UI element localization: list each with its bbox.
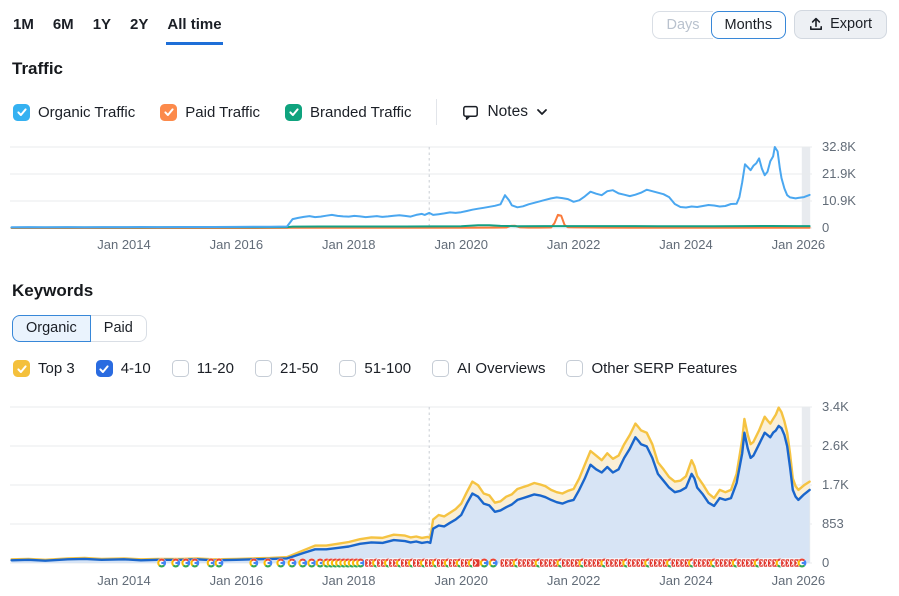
y-axis-label: 3.4K [822, 399, 849, 414]
x-axis-label: Jan 2016 [198, 573, 274, 588]
traffic-legend-row: Organic Traffic Paid Traffic Branded Traff… [13, 99, 548, 125]
checkbox-top-3[interactable] [13, 360, 30, 377]
keywords-filter-top-3[interactable]: Top 3 [13, 360, 75, 377]
traffic-legend-paid-traffic[interactable]: Paid Traffic [160, 104, 260, 121]
x-axis-label: Jan 2020 [423, 573, 499, 588]
granularity-months-button[interactable]: Months [711, 11, 787, 39]
keywords-filter-label: Other SERP Features [591, 360, 737, 377]
export-button[interactable]: Export [794, 10, 887, 39]
analytics-page: 1M 6M 1Y 2Y All time Days Months Export Traf… [0, 0, 899, 596]
x-axis-label: Jan 2018 [311, 237, 387, 252]
checkbox-organic-traffic[interactable] [13, 104, 30, 121]
y-axis-label: 21.9K [822, 166, 856, 181]
y-axis-label: 10.9K [822, 193, 856, 208]
granularity-toggle: Days Months [652, 11, 786, 39]
range-tab-1y[interactable]: 1Y [92, 14, 112, 45]
traffic-section-title: Traffic [12, 59, 63, 79]
keywords-chart[interactable] [0, 400, 899, 572]
x-axis-label: Jan 2018 [311, 573, 387, 588]
x-axis-label: Jan 2020 [423, 237, 499, 252]
keywords-filter-4-10[interactable]: 4-10 [96, 360, 151, 377]
x-axis-label: Jan 2026 [760, 573, 836, 588]
keywords-filter-51-100[interactable]: 51-100 [339, 360, 411, 377]
checkbox-11-20[interactable] [172, 360, 189, 377]
notes-button[interactable]: Notes [462, 103, 548, 121]
keywords-filter-other-serp-features[interactable]: Other SERP Features [566, 360, 737, 377]
checkbox-4-10[interactable] [96, 360, 113, 377]
organic-traffic-line [12, 147, 810, 227]
x-axis-label: Jan 2024 [648, 573, 724, 588]
y-axis-label: 0 [822, 220, 829, 235]
checkbox-51-100[interactable] [339, 360, 356, 377]
keywords-filter-label: 11-20 [197, 360, 234, 377]
x-axis-label: Jan 2024 [648, 237, 724, 252]
range-tab-1m[interactable]: 1M [12, 14, 35, 45]
keywords-toggle-organic[interactable]: Organic [12, 315, 91, 342]
keywords-filter-label: 21-50 [280, 360, 318, 377]
keywords-filter-label: AI Overviews [457, 360, 545, 377]
range-tab-6m[interactable]: 6M [52, 14, 75, 45]
serp-alert-icon[interactable] [472, 559, 480, 567]
y-axis-label: 0 [822, 555, 829, 570]
x-axis-label: Jan 2022 [536, 237, 612, 252]
granularity-days-button[interactable]: Days [652, 11, 712, 39]
notes-comment-icon [462, 104, 479, 121]
keywords-filter-label: 4-10 [121, 360, 151, 377]
traffic-chart[interactable] [0, 140, 899, 234]
y-axis-label: 32.8K [822, 139, 856, 154]
keywords-filter-row: Top 3 4-10 11-20 21-50 51-100 AI Overviews Oth… [13, 360, 737, 377]
checkbox-ai-overviews[interactable] [432, 360, 449, 377]
export-upload-icon [809, 17, 823, 31]
notes-label: Notes [487, 103, 528, 121]
range-tab-2y[interactable]: 2Y [129, 14, 149, 45]
legend-divider [436, 99, 437, 125]
keywords-filter-11-20[interactable]: 11-20 [172, 360, 234, 377]
traffic-legend-label: Branded Traffic [310, 104, 411, 121]
keywords-type-toggle: OrganicPaid [12, 315, 147, 342]
checkbox-other-serp-features[interactable] [566, 360, 583, 377]
traffic-legend-organic-traffic[interactable]: Organic Traffic [13, 104, 135, 121]
y-axis-label: 2.6K [822, 438, 849, 453]
checkbox-paid-traffic[interactable] [160, 104, 177, 121]
keywords-toggle-paid[interactable]: Paid [91, 315, 147, 342]
x-axis-label: Jan 2022 [536, 573, 612, 588]
x-axis-label: Jan 2014 [86, 573, 162, 588]
x-axis-label: Jan 2014 [86, 237, 162, 252]
date-range-tabs: 1M 6M 1Y 2Y All time [12, 10, 223, 45]
traffic-legend-branded-traffic[interactable]: Branded Traffic [285, 104, 411, 121]
keywords-filter-label: Top 3 [38, 360, 75, 377]
traffic-legend-items: Organic Traffic Paid Traffic Branded Traff… [13, 104, 411, 121]
y-axis-label: 853 [822, 516, 844, 531]
checkbox-branded-traffic[interactable] [285, 104, 302, 121]
x-axis-label: Jan 2016 [198, 237, 274, 252]
traffic-legend-label: Organic Traffic [38, 104, 135, 121]
keywords-section-title: Keywords [12, 281, 93, 301]
checkbox-21-50[interactable] [255, 360, 272, 377]
keywords-filter-label: 51-100 [364, 360, 411, 377]
toolbar: 1M 6M 1Y 2Y All time Days Months Export [12, 10, 887, 44]
keywords-filter-21-50[interactable]: 21-50 [255, 360, 318, 377]
range-tab-all-time[interactable]: All time [166, 14, 222, 45]
chevron-down-icon [536, 106, 548, 118]
export-label: Export [830, 16, 872, 32]
y-axis-label: 1.7K [822, 477, 849, 492]
traffic-legend-label: Paid Traffic [185, 104, 260, 121]
keywords-filter-ai-overviews[interactable]: AI Overviews [432, 360, 545, 377]
current-period-highlight [802, 147, 810, 228]
x-axis-label: Jan 2026 [760, 237, 836, 252]
toolbar-right: Days Months Export [652, 10, 887, 39]
